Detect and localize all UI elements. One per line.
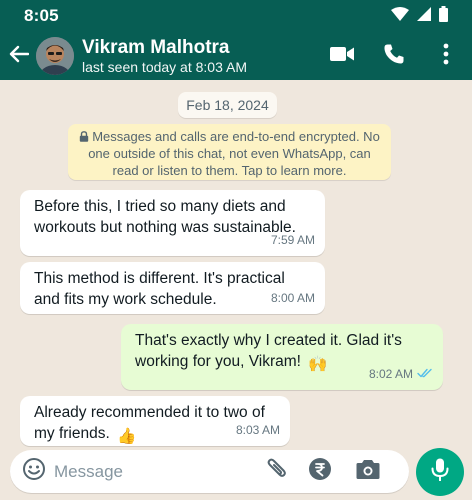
message-text: Before this, I tried so many diets and w… xyxy=(34,198,296,236)
emoji-icon xyxy=(22,457,46,486)
message-text: That's exactly why I created it. Glad it… xyxy=(135,332,402,370)
more-options-button[interactable] xyxy=(420,32,472,80)
message-incoming[interactable]: Before this, I tried so many diets and w… xyxy=(20,190,325,256)
emoji-button[interactable] xyxy=(14,450,54,493)
payment-button[interactable] xyxy=(300,450,340,493)
video-call-button[interactable] xyxy=(316,32,368,80)
last-seen-status: last seen today at 8:03 AM xyxy=(82,58,247,75)
message-time: 8:00 AM xyxy=(270,291,315,305)
thumbs-up-emoji: 👍 xyxy=(117,428,137,445)
phone-icon xyxy=(383,43,405,70)
date-chip: Feb 18, 2024 xyxy=(178,92,277,118)
encryption-notice-text: Messages and calls are end-to-end encryp… xyxy=(88,129,380,178)
message-meta: 8:02 AM xyxy=(369,364,433,385)
status-time: 8:05 xyxy=(24,6,59,25)
lock-icon xyxy=(79,129,89,142)
avatar[interactable] xyxy=(36,37,74,75)
message-incoming[interactable]: Already recommended it to two of my frie… xyxy=(20,396,290,446)
battery-icon xyxy=(439,5,448,27)
wifi-icon xyxy=(391,6,409,26)
camera-icon xyxy=(356,459,380,485)
read-receipt-icon xyxy=(417,364,433,385)
contact-info[interactable]: Vikram Malhotra last seen today at 8:03 … xyxy=(82,37,247,76)
header-actions xyxy=(316,32,472,80)
voice-message-button[interactable] xyxy=(416,448,464,496)
message-meta: 7:59 AM xyxy=(271,230,315,251)
message-composer xyxy=(10,450,409,493)
message-time: 7:59 AM xyxy=(270,233,315,247)
chat-area[interactable]: Feb 18, 2024 Messages and calls are end-… xyxy=(0,80,472,446)
video-call-icon xyxy=(330,46,354,67)
back-arrow-icon xyxy=(9,45,30,68)
contact-name: Vikram Malhotra xyxy=(82,36,230,58)
signal-icon xyxy=(417,6,431,26)
message-time: 8:03 AM xyxy=(235,423,280,437)
attach-button[interactable] xyxy=(256,450,296,493)
message-text: Already recommended it to two of my frie… xyxy=(34,404,265,442)
voice-call-button[interactable] xyxy=(368,32,420,80)
attach-icon xyxy=(266,457,286,486)
mic-icon xyxy=(431,458,449,487)
message-text: This method is different. It's practical… xyxy=(34,270,285,308)
status-icons xyxy=(391,5,448,27)
message-outgoing[interactable]: That's exactly why I created it. Glad it… xyxy=(121,324,443,390)
camera-button[interactable] xyxy=(348,450,388,493)
message-input[interactable] xyxy=(54,456,248,487)
message-incoming[interactable]: This method is different. It's practical… xyxy=(20,262,325,314)
message-meta: 8:03 AM xyxy=(236,420,280,441)
message-time: 8:02 AM xyxy=(368,367,413,381)
chat-header: Vikram Malhotra last seen today at 8:03 … xyxy=(0,32,472,80)
encryption-notice[interactable]: Messages and calls are end-to-end encryp… xyxy=(68,124,391,180)
rupee-payment-icon xyxy=(308,457,332,486)
back-button[interactable] xyxy=(4,32,34,80)
message-meta: 8:00 AM xyxy=(271,288,315,309)
raising-hands-emoji: 🙌 xyxy=(308,356,328,373)
status-bar: 8:05 xyxy=(0,0,472,32)
more-options-icon xyxy=(443,43,449,70)
